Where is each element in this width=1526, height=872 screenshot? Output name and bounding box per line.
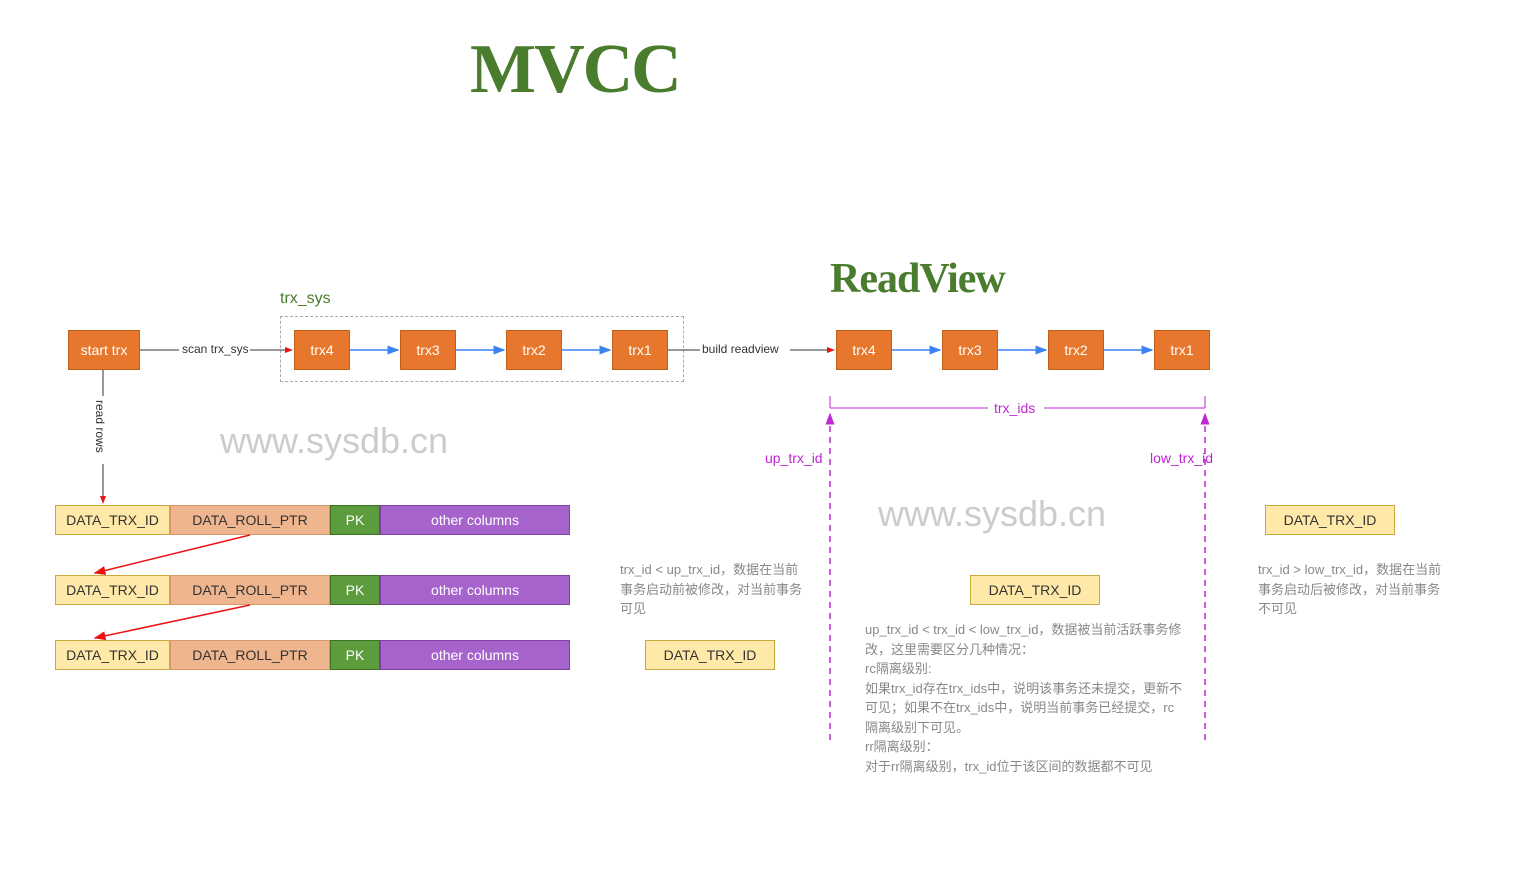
label-trx-ids: trx_ids [994, 400, 1035, 416]
box-trxsys-trx4: trx4 [294, 330, 350, 370]
box-trxsys-trx2: trx2 [506, 330, 562, 370]
label-trx-sys: trx_sys [280, 290, 331, 308]
box-data-trx-id-mid: DATA_TRX_ID [970, 575, 1100, 605]
box-data-trx-id-left: DATA_TRX_ID [645, 640, 775, 670]
row1-pk: PK [330, 505, 380, 535]
label-low-trx-id: low_trx_id [1150, 450, 1213, 466]
box-data-trx-id-right: DATA_TRX_ID [1265, 505, 1395, 535]
box-rv-trx2: trx2 [1048, 330, 1104, 370]
box-trxsys-trx3: trx3 [400, 330, 456, 370]
title-mvcc: MVCC [470, 30, 680, 110]
row1-data-roll-ptr: DATA_ROLL_PTR [170, 505, 330, 535]
row2-pk: PK [330, 575, 380, 605]
box-rv-trx1: trx1 [1154, 330, 1210, 370]
title-readview: ReadView [830, 255, 1005, 303]
box-rv-trx4: trx4 [836, 330, 892, 370]
row1-other: other columns [380, 505, 570, 535]
box-trxsys-trx1: trx1 [612, 330, 668, 370]
label-build-readview: build readview [702, 342, 779, 356]
desc-middle: up_trx_id < trx_id < low_trx_id，数据被当前活跃事… [865, 620, 1185, 776]
row2-data-roll-ptr: DATA_ROLL_PTR [170, 575, 330, 605]
row3-other: other columns [380, 640, 570, 670]
watermark-2: www.sysdb.cn [878, 493, 1106, 535]
row1-data-trx-id: DATA_TRX_ID [55, 505, 170, 535]
box-start-trx: start trx [68, 330, 140, 370]
row2-other: other columns [380, 575, 570, 605]
watermark-1: www.sysdb.cn [220, 420, 448, 462]
desc-left: trx_id < up_trx_id，数据在当前事务启动前被修改，对当前事务可见 [620, 560, 805, 619]
label-read-rows: read rows [93, 400, 107, 453]
row2-data-trx-id: DATA_TRX_ID [55, 575, 170, 605]
row3-pk: PK [330, 640, 380, 670]
row3-data-trx-id: DATA_TRX_ID [55, 640, 170, 670]
desc-right: trx_id > low_trx_id，数据在当前事务启动后被修改，对当前事务不… [1258, 560, 1443, 619]
row3-data-roll-ptr: DATA_ROLL_PTR [170, 640, 330, 670]
box-rv-trx3: trx3 [942, 330, 998, 370]
label-up-trx-id: up_trx_id [765, 450, 823, 466]
label-scan-trx-sys: scan trx_sys [182, 342, 249, 356]
